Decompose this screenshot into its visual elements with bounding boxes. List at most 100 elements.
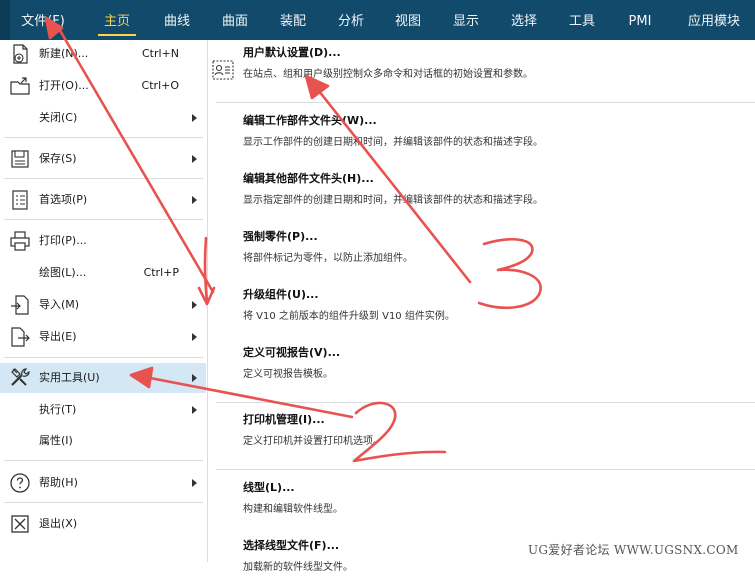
submenu-item-title: 线型(L)...	[243, 481, 295, 494]
menu-item-label: 首选项(P)	[39, 193, 88, 206]
submenu-item-title: 定义可视报告(V)...	[243, 346, 341, 359]
submenu-arrow-icon	[192, 406, 197, 414]
menu-item-label: 打印(P)...	[39, 234, 87, 247]
menu-item-label: 打开(O)...	[39, 79, 89, 92]
tab-home[interactable]: 主页	[92, 0, 142, 40]
submenu-arrow-icon	[192, 155, 197, 163]
tab-assembly[interactable]: 装配	[270, 0, 316, 40]
submenu-arrow-icon	[192, 301, 197, 309]
tab-surface[interactable]: 曲面	[212, 0, 258, 40]
menu-item-label: 退出(X)	[39, 517, 78, 530]
user-defaults-icon	[212, 60, 234, 80]
preferences-icon	[12, 190, 28, 210]
new-file-icon	[13, 44, 28, 64]
menu-item-export[interactable]: 导出(E)	[0, 323, 206, 351]
submenu-item-description: 显示指定部件的创建日期和时间，并编辑该部件的状态和描述字段。	[243, 195, 543, 206]
tab-applications[interactable]: 应用模块	[676, 0, 752, 40]
menu-item-plot[interactable]: 绘图(L)... Ctrl+P	[0, 259, 206, 287]
tab-view[interactable]: 视图	[385, 0, 431, 40]
save-icon	[11, 150, 29, 168]
menu-item-utilities[interactable]: 实用工具(U)	[0, 363, 206, 393]
menu-item-import[interactable]: 导入(M)	[0, 291, 206, 319]
export-icon	[11, 327, 30, 347]
menu-separator	[4, 219, 203, 220]
submenu-item-title: 编辑其他部件文件头(H)...	[243, 172, 374, 185]
menu-item-label: 属性(I)	[39, 434, 73, 447]
submenu-arrow-icon	[192, 479, 197, 487]
submenu-separator	[216, 469, 755, 470]
menu-item-label: 导出(E)	[39, 330, 77, 343]
menu-item-close[interactable]: 关闭(C)	[0, 104, 206, 132]
submenu-item-title: 用户默认设置(D)...	[243, 46, 341, 59]
menu-separator	[4, 357, 203, 358]
tab-pmi[interactable]: PMI	[617, 0, 663, 40]
menu-item-label: 执行(T)	[39, 403, 77, 416]
submenu-item-define-visual-report[interactable]: 定义可视报告(V)... 定义可视报告模板。	[208, 344, 755, 394]
exit-icon	[11, 515, 29, 533]
import-icon	[11, 295, 29, 315]
submenu-item-description: 将 V10 之前版本的组件升级到 V10 组件实例。	[243, 311, 455, 322]
submenu-item-title: 选择线型文件(F)...	[243, 539, 340, 552]
menu-item-save[interactable]: 保存(S)	[0, 145, 206, 173]
submenu-separator	[216, 402, 755, 403]
submenu-arrow-icon	[192, 374, 197, 382]
menu-item-print[interactable]: 打印(P)...	[0, 227, 206, 255]
menu-item-new[interactable]: 新建(N)... Ctrl+N	[0, 40, 206, 68]
menu-item-label: 新建(N)...	[39, 47, 89, 60]
submenu-separator	[216, 102, 755, 103]
printer-icon	[10, 231, 30, 251]
tab-curve[interactable]: 曲线	[154, 0, 200, 40]
ribbon-bar: 文件(F) 主页 曲线 曲面 装配 分析 视图 显示 选择 工具 PMI 应用模…	[0, 0, 755, 40]
menu-separator	[4, 137, 203, 138]
utilities-submenu: 用户默认设置(D)... 在站点、组和用户级别控制众多命令和对话框的初始设置和参…	[208, 40, 755, 573]
submenu-item-upgrade-components[interactable]: 升级组件(U)... 将 V10 之前版本的组件升级到 V10 组件实例。	[208, 286, 755, 336]
submenu-item-printer-admin[interactable]: 打印机管理(I)... 定义打印机并设置打印机选项。	[208, 411, 755, 461]
menu-item-execute[interactable]: 执行(T)	[0, 396, 206, 424]
shortcut: Ctrl+P	[143, 266, 179, 279]
menu-item-preferences[interactable]: 首选项(P)	[0, 186, 206, 214]
menu-item-label: 保存(S)	[39, 152, 77, 165]
submenu-arrow-icon	[192, 114, 197, 122]
menu-item-label: 关闭(C)	[39, 111, 78, 124]
file-menu: 新建(N)... Ctrl+N 打开(O)... Ctrl+O 关闭(C) 保存…	[0, 40, 208, 562]
tab-analysis[interactable]: 分析	[328, 0, 374, 40]
submenu-item-title: 打印机管理(I)...	[243, 413, 325, 426]
submenu-item-force-piece-part[interactable]: 强制零件(P)... 将部件标记为零件，以防止添加组件。	[208, 228, 755, 278]
menu-separator	[4, 178, 203, 179]
menu-item-label: 导入(M)	[39, 298, 80, 311]
submenu-item-user-defaults[interactable]: 用户默认设置(D)... 在站点、组和用户级别控制众多命令和对话框的初始设置和参…	[208, 44, 755, 94]
tab-file[interactable]: 文件(F)	[18, 0, 68, 40]
menu-item-help[interactable]: 帮助(H)	[0, 469, 206, 497]
menu-item-properties[interactable]: 属性(I)	[0, 427, 206, 455]
submenu-item-description: 构建和编辑软件线型。	[243, 504, 343, 515]
tab-display[interactable]: 显示	[443, 0, 489, 40]
submenu-item-description: 定义打印机并设置打印机选项。	[243, 436, 383, 447]
submenu-item-description: 在站点、组和用户级别控制众多命令和对话框的初始设置和参数。	[243, 69, 533, 80]
tools-icon	[11, 368, 30, 386]
menu-item-label: 帮助(H)	[39, 476, 78, 489]
help-icon	[10, 473, 30, 493]
submenu-arrow-icon	[192, 333, 197, 341]
submenu-item-line-font[interactable]: 线型(L)... 构建和编辑软件线型。	[208, 479, 755, 529]
nx-logo	[0, 0, 10, 40]
submenu-item-description: 定义可视报告模板。	[243, 369, 333, 380]
submenu-item-edit-other-part-header[interactable]: 编辑其他部件文件头(H)... 显示指定部件的创建日期和时间，并编辑该部件的状态…	[208, 170, 755, 220]
tab-tools[interactable]: 工具	[559, 0, 605, 40]
submenu-item-title: 升级组件(U)...	[243, 288, 319, 301]
submenu-item-description: 显示工作部件的创建日期和时间，并编辑该部件的状态和描述字段。	[243, 137, 543, 148]
submenu-item-title: 强制零件(P)...	[243, 230, 318, 243]
submenu-item-description: 加载新的软件线型文件。	[243, 562, 353, 573]
menu-item-exit[interactable]: 退出(X)	[0, 510, 206, 538]
menu-separator	[4, 502, 203, 503]
tab-selection[interactable]: 选择	[501, 0, 547, 40]
shortcut: Ctrl+O	[141, 79, 179, 92]
open-folder-icon	[10, 77, 30, 95]
submenu-item-edit-work-part-header[interactable]: 编辑工作部件文件头(W)... 显示工作部件的创建日期和时间，并编辑该部件的状态…	[208, 112, 755, 162]
menu-item-open[interactable]: 打开(O)... Ctrl+O	[0, 72, 206, 100]
submenu-item-title: 编辑工作部件文件头(W)...	[243, 114, 377, 127]
submenu-item-description: 将部件标记为零件，以防止添加组件。	[243, 253, 413, 264]
menu-item-label: 实用工具(U)	[39, 371, 100, 384]
watermark: UG爱好者论坛 WWW.UGSNX.COM	[528, 541, 754, 559]
shortcut: Ctrl+N	[141, 47, 179, 60]
menu-item-label: 绘图(L)...	[39, 266, 87, 279]
